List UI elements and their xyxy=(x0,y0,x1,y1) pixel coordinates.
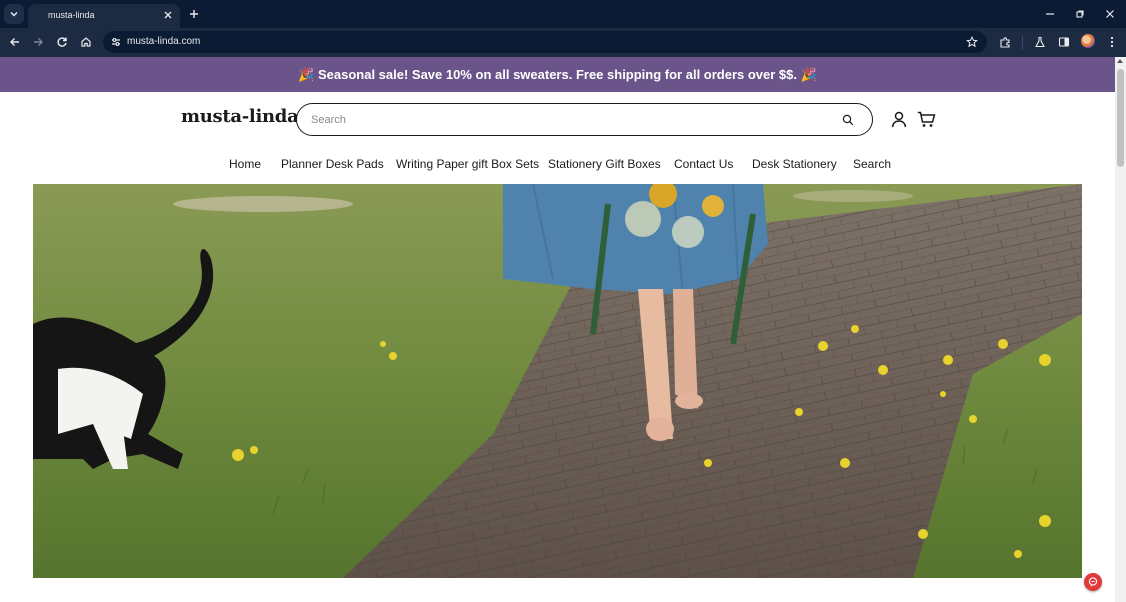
browser-tab[interactable]: musta-linda xyxy=(28,4,180,28)
nav-link-planner-desk-pads[interactable]: Planner Desk Pads xyxy=(281,157,384,171)
nav-link-writing-paper-gift-box-sets[interactable]: Writing Paper gift Box Sets xyxy=(396,157,539,171)
browser-tab-strip: musta-linda xyxy=(0,0,1126,28)
cart-icon xyxy=(917,111,935,127)
more-vert-icon xyxy=(1110,36,1114,48)
main-navigation: Home Planner Desk Pads Writing Paper gif… xyxy=(0,157,1115,173)
search-button[interactable] xyxy=(840,112,856,128)
url-text: musta-linda.com xyxy=(127,36,201,47)
arrow-right-icon xyxy=(34,38,43,46)
page-scrollbar[interactable] xyxy=(1115,57,1126,602)
address-bar[interactable]: musta-linda.com xyxy=(103,31,987,53)
announcement-bar: 🎉 Seasonal sale! Save 10% on all sweater… xyxy=(0,57,1115,92)
minimize-button[interactable] xyxy=(1042,6,1058,22)
account-icon xyxy=(891,111,907,127)
search-input[interactable] xyxy=(311,111,811,129)
hero-image xyxy=(33,184,1082,578)
labs-button[interactable] xyxy=(1032,34,1048,50)
home-button[interactable] xyxy=(78,34,94,50)
web-page: 🎉 Seasonal sale! Save 10% on all sweater… xyxy=(0,57,1115,602)
tune-icon xyxy=(112,38,120,46)
bookmark-button[interactable] xyxy=(965,35,979,49)
flask-icon xyxy=(1035,36,1045,48)
profile-avatar[interactable] xyxy=(1081,34,1095,48)
site-info-button[interactable] xyxy=(109,35,123,49)
search-bar xyxy=(296,103,873,136)
tab-title: musta-linda xyxy=(48,10,95,20)
back-button[interactable] xyxy=(7,34,23,50)
tab-close-button[interactable] xyxy=(162,9,174,21)
toolbar-separator xyxy=(1022,36,1023,50)
restore-icon xyxy=(1076,10,1084,18)
minimize-icon xyxy=(1046,13,1054,15)
hero-illustration xyxy=(33,184,1082,578)
plus-icon xyxy=(190,10,198,18)
nav-link-desk-stationery[interactable]: Desk Stationery xyxy=(752,157,837,171)
scrollbar-thumb[interactable] xyxy=(1117,69,1124,167)
side-panel-icon xyxy=(1058,37,1070,47)
close-icon xyxy=(1106,10,1114,18)
restore-button[interactable] xyxy=(1072,6,1088,22)
puzzle-icon xyxy=(999,36,1010,48)
chevron-down-icon xyxy=(10,11,18,17)
star-icon xyxy=(966,36,978,48)
chat-icon xyxy=(1088,577,1098,587)
nav-link-stationery-gift-boxes[interactable]: Stationery Gift Boxes xyxy=(548,157,661,171)
close-window-button[interactable] xyxy=(1102,6,1118,22)
search-icon xyxy=(842,114,854,126)
scroll-up-arrow[interactable] xyxy=(1117,59,1123,63)
close-icon xyxy=(164,11,172,19)
cart-button[interactable] xyxy=(916,109,936,129)
new-tab-button[interactable] xyxy=(186,6,202,22)
tab-search-button[interactable] xyxy=(4,4,24,24)
nav-link-contact-us[interactable]: Contact Us xyxy=(674,157,733,171)
browser-toolbar: musta-linda.com xyxy=(0,28,1126,57)
home-icon xyxy=(81,37,91,47)
browser-menu-button[interactable] xyxy=(1104,34,1120,50)
arrow-left-icon xyxy=(10,38,19,46)
reload-button[interactable] xyxy=(54,34,70,50)
chat-widget-button[interactable] xyxy=(1084,573,1102,591)
nav-link-home[interactable]: Home xyxy=(229,157,261,171)
forward-button[interactable] xyxy=(30,34,46,50)
reload-icon xyxy=(57,37,67,47)
nav-link-search[interactable]: Search xyxy=(853,157,891,171)
site-logo[interactable]: musta-linda xyxy=(181,106,299,127)
extensions-button[interactable] xyxy=(997,34,1013,50)
account-button[interactable] xyxy=(890,109,908,129)
side-panel-button[interactable] xyxy=(1056,34,1072,50)
